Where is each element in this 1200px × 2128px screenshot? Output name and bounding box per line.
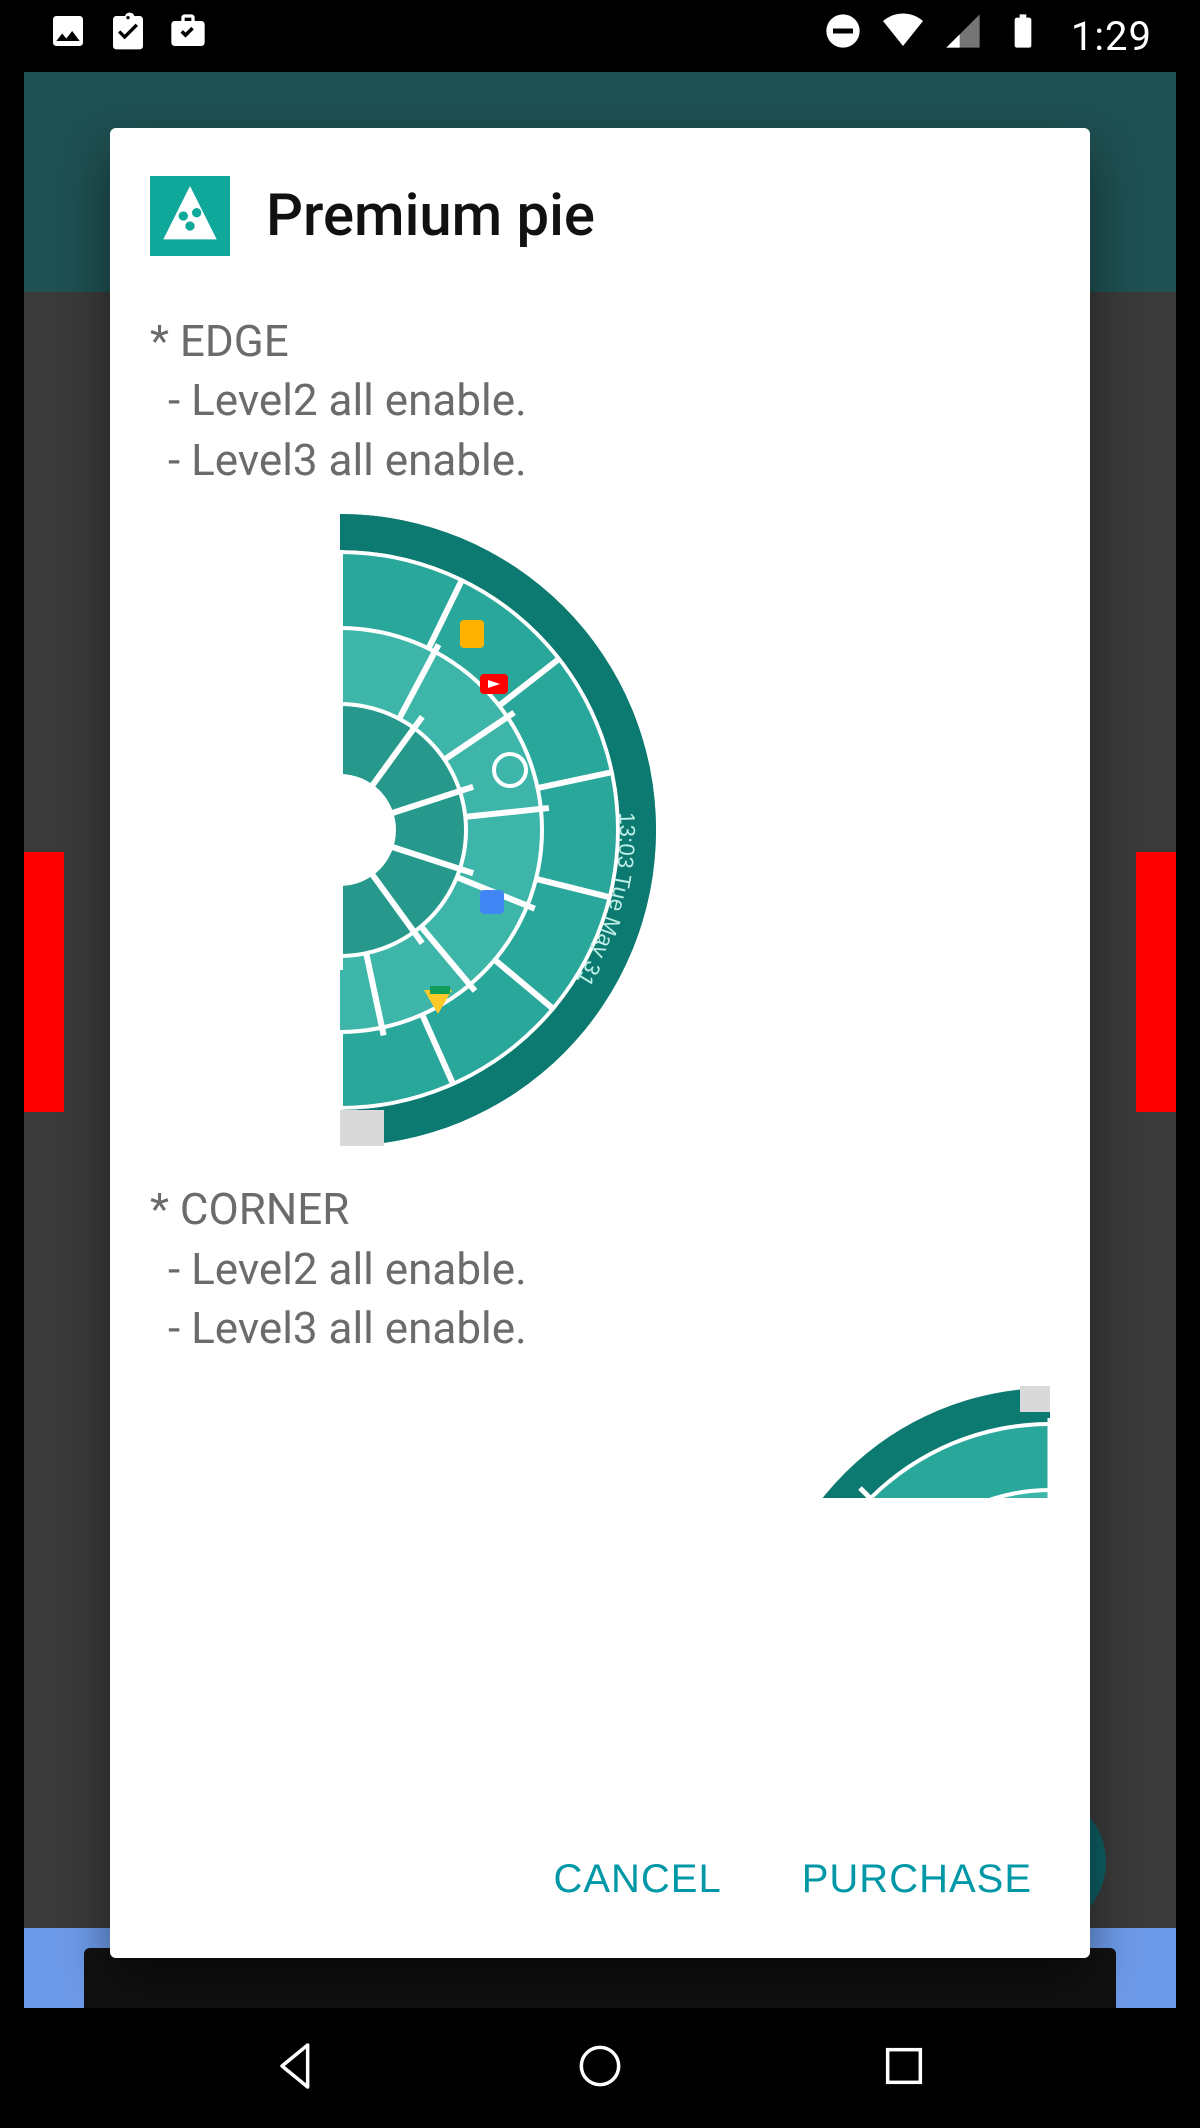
premium-pie-dialog: Premium pie * EDGE - Level2 all enable. …: [110, 128, 1090, 1958]
gallery-icon: [48, 11, 88, 61]
section-edge-line-2: - Level3 all enable.: [168, 431, 1050, 490]
clock-time: 1:29: [1071, 13, 1152, 60]
section-edge-line-1: - Level2 all enable.: [168, 371, 1050, 430]
section-corner-line-2: - Level3 all enable.: [168, 1299, 1050, 1358]
dialog-actions: CANCEL PURCHASE: [110, 1805, 1090, 1958]
section-corner-line-1: - Level2 all enable.: [168, 1240, 1050, 1299]
cancel-button[interactable]: CANCEL: [543, 1841, 731, 1918]
recent-apps-button[interactable]: [876, 2038, 932, 2098]
status-bar: 1:29: [24, 0, 1176, 72]
briefcase-check-icon: [168, 11, 208, 61]
wifi-icon: [883, 11, 923, 61]
navigation-bar: [24, 2008, 1176, 2128]
edge-trigger-left: [24, 852, 64, 1112]
do-not-disturb-icon: [823, 11, 863, 61]
purchase-button[interactable]: PURCHASE: [792, 1841, 1042, 1918]
edge-trigger-right: [1136, 852, 1176, 1112]
battery-icon: [1003, 11, 1043, 61]
dialog-body: * EDGE - Level2 all enable. - Level3 all…: [110, 292, 1090, 1805]
section-heading-corner: * CORNER: [150, 1180, 1050, 1239]
corner-pie-illustration: [750, 1378, 1050, 1498]
edge-pie-illustration: 13:03 Tue May 31: [340, 510, 860, 1150]
cell-signal-icon: [943, 11, 983, 61]
pie-app-icon: [150, 176, 230, 256]
dialog-title: Premium pie: [266, 182, 595, 250]
section-heading-edge: * EDGE: [150, 312, 1050, 371]
home-button[interactable]: [572, 2038, 628, 2098]
back-button[interactable]: [268, 2038, 324, 2098]
clipboard-check-icon: [108, 11, 148, 61]
